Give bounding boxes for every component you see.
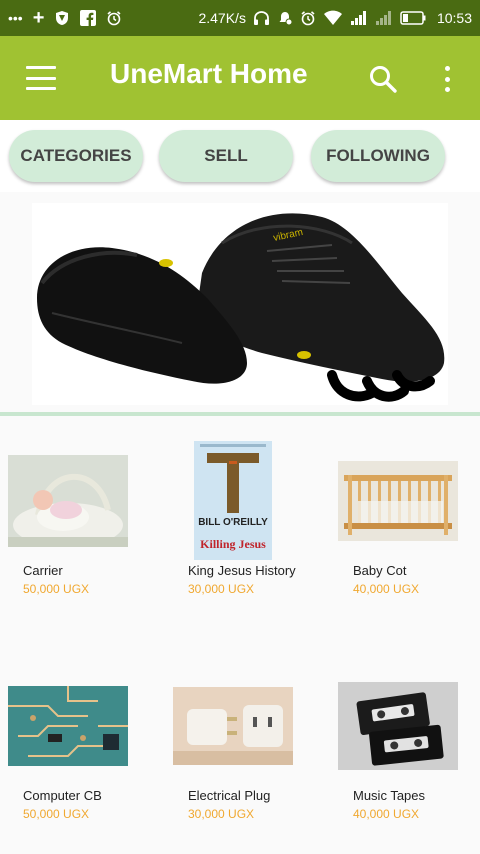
wooden-crib-image <box>338 461 458 541</box>
facebook-icon <box>80 10 97 26</box>
tab-sell[interactable]: SELL <box>159 130 293 182</box>
alarm-icon <box>301 11 315 26</box>
product-price: 50,000 UGX <box>23 582 90 596</box>
product-card[interactable]: Music Tapes 40,000 UGX <box>320 666 480 854</box>
page-title: UneMart Home <box>110 58 308 89</box>
product-price: 40,000 UGX <box>353 582 420 596</box>
product-name: King Jesus History <box>188 563 296 578</box>
plus-icon: + <box>32 7 45 29</box>
book-title: Killing Jesus <box>200 537 266 551</box>
product-grid: Carrier 50,000 UGX BILL O'REILLY Killing… <box>0 416 480 854</box>
product-card[interactable]: BILL O'REILLY Killing Jesus King Jesus H… <box>160 440 320 640</box>
headphones-icon <box>253 11 269 25</box>
baby-in-basket-image <box>8 455 128 547</box>
product-name: Electrical Plug <box>188 788 271 803</box>
status-left-icons: ••• + <box>8 8 122 28</box>
clock: 10:53 <box>436 10 472 26</box>
shield-icon <box>56 11 69 25</box>
tab-following[interactable]: FOLLOWING <box>311 130 445 182</box>
status-bar: ••• + 2.47K/s 10:53 <box>0 0 480 36</box>
network-speed: 2.47K/s <box>198 10 246 26</box>
product-price: 30,000 UGX <box>188 807 255 821</box>
alarm-icon <box>107 11 121 26</box>
more-options-icon[interactable] <box>440 64 454 94</box>
product-price: 50,000 UGX <box>23 807 90 821</box>
tab-categories[interactable]: CATEGORIES <box>9 130 143 182</box>
battery-icon <box>400 11 426 25</box>
featured-banner[interactable]: vibram <box>32 203 448 405</box>
signal-icon <box>375 11 391 25</box>
hamburger-menu-icon[interactable] <box>26 66 56 90</box>
status-right-icons: 2.47K/s 10:53 <box>198 10 472 26</box>
overflow-dots-icon: ••• <box>8 10 23 26</box>
killing-jesus-book-image: BILL O'REILLY Killing Jesus <box>194 441 272 560</box>
plug-adapter-image <box>173 687 293 765</box>
book-author: BILL O'REILLY <box>198 517 268 528</box>
wifi-icon <box>323 10 342 25</box>
product-card[interactable]: Baby Cot 40,000 UGX <box>320 440 480 640</box>
dnd-icon <box>279 12 293 26</box>
product-price: 40,000 UGX <box>353 807 420 821</box>
product-card[interactable]: Computer CB 50,000 UGX <box>0 666 160 854</box>
search-icon[interactable] <box>368 64 398 94</box>
product-name: Carrier <box>23 563 63 578</box>
product-name: Music Tapes <box>353 788 426 803</box>
cassette-tapes-image <box>338 682 458 770</box>
black-toe-shoes-image: vibram <box>32 203 448 405</box>
circuit-board-image <box>8 686 128 766</box>
product-card[interactable]: Carrier 50,000 UGX <box>0 440 160 640</box>
category-tabs: CATEGORIES SELL FOLLOWING <box>0 120 480 192</box>
signal-icon <box>350 11 366 25</box>
product-name: Computer CB <box>23 788 102 803</box>
product-name: Baby Cot <box>353 563 407 578</box>
product-card[interactable]: Electrical Plug 30,000 UGX <box>160 666 320 854</box>
product-price: 30,000 UGX <box>188 582 255 596</box>
app-bar: UneMart Home <box>0 36 480 120</box>
